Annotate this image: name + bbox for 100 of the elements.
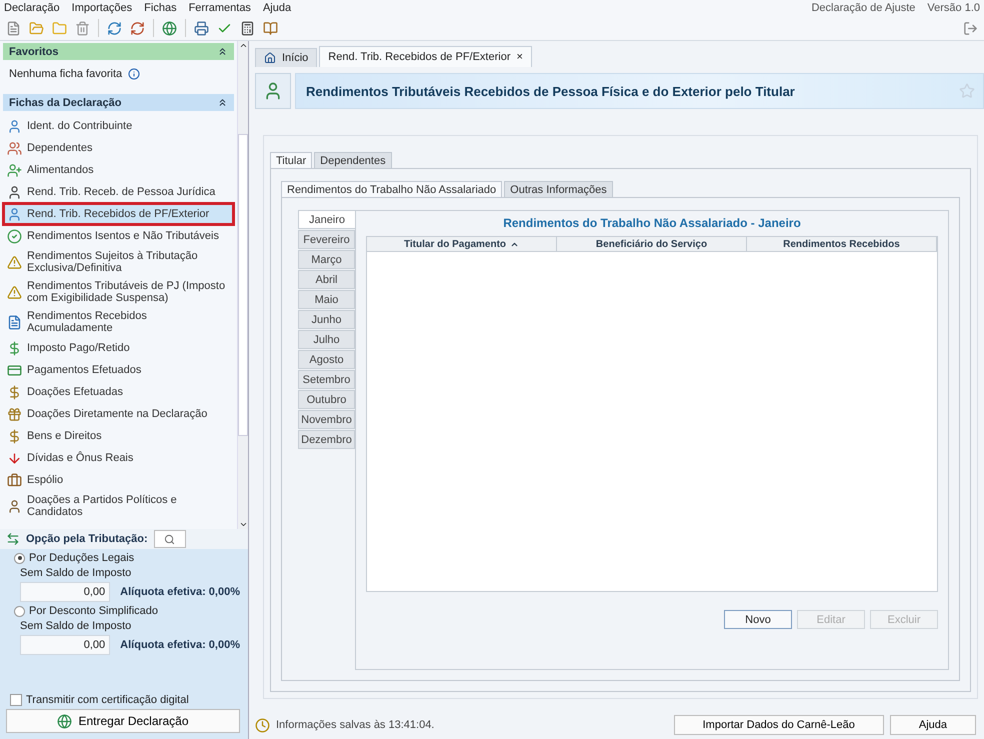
people-icon bbox=[7, 140, 22, 156]
sidebar-item[interactable]: Doações Diretamente na Declaração bbox=[3, 403, 234, 425]
menu-item[interactable]: Declaração bbox=[4, 2, 60, 14]
sidebar-item[interactable]: Rend. Trib. Recebidos de PF/Exterior bbox=[3, 203, 234, 225]
search-button[interactable] bbox=[154, 530, 186, 548]
month-tab[interactable]: Dezembro bbox=[298, 430, 355, 449]
sidebar-item[interactable]: Ident. do Contribuinte bbox=[3, 115, 234, 137]
sidebar-item[interactable]: Espólio bbox=[3, 469, 234, 491]
menu-item[interactable]: Fichas bbox=[144, 2, 177, 14]
star-icon bbox=[959, 83, 975, 99]
person-icon bbox=[7, 118, 22, 134]
search-icon bbox=[164, 534, 176, 544]
rate-text: Alíquota efetiva: 0,00% bbox=[120, 586, 240, 598]
sidebar-item[interactable]: Imposto Pago/Retido bbox=[3, 337, 234, 359]
month-tab[interactable]: Julho bbox=[298, 330, 355, 349]
month-tab[interactable]: Janeiro bbox=[298, 210, 355, 229]
dollar-icon bbox=[7, 428, 22, 444]
collapse-icon bbox=[217, 46, 228, 57]
clock-icon bbox=[255, 718, 270, 732]
person-icon bbox=[7, 184, 22, 200]
month-tab[interactable]: Abril bbox=[298, 270, 355, 289]
card-icon bbox=[7, 362, 22, 378]
sidebar-item[interactable]: Rendimentos Tributáveis de PJ (Imposto com Exigibilidade Suspensa) bbox=[3, 277, 234, 307]
globe-icon[interactable] bbox=[162, 20, 177, 36]
refresh-icon[interactable] bbox=[130, 20, 145, 36]
panel-title: Rendimentos do Trabalho Não Assalariado - Janeiro bbox=[502, 215, 802, 232]
document-tab[interactable]: Início bbox=[255, 48, 318, 67]
version-label: Versão 1.0 bbox=[927, 2, 980, 14]
month-tab[interactable]: Fevereiro bbox=[298, 230, 355, 249]
printer-icon[interactable] bbox=[194, 20, 209, 36]
status-text: Sem Saldo de Imposto bbox=[19, 620, 132, 632]
sidebar-item[interactable]: Rend. Trib. Receb. de Pessoa Jurídica bbox=[3, 181, 234, 203]
status-text: Sem Saldo de Imposto bbox=[19, 567, 132, 579]
sidebar-item[interactable]: Dívidas e Ônus Reais bbox=[3, 447, 234, 469]
sidebar-item[interactable]: Rendimentos Recebidos Acumuladamente bbox=[3, 307, 234, 337]
collapse-icon bbox=[217, 97, 228, 108]
tab[interactable]: Titular bbox=[270, 152, 312, 169]
radio-option[interactable]: Por Desconto Simplificado bbox=[6, 605, 240, 617]
fichas-header[interactable]: Fichas da Declaração bbox=[3, 94, 234, 111]
menu-item[interactable]: Ajuda bbox=[262, 2, 292, 14]
person-icon bbox=[7, 206, 22, 222]
sidebar-item[interactable]: Dependentes bbox=[3, 137, 234, 159]
favorites-header[interactable]: Favoritos bbox=[3, 43, 234, 60]
gift-icon bbox=[7, 406, 22, 422]
scrollbar-thumb[interactable] bbox=[238, 134, 248, 436]
sidebar-item[interactable]: Pagamentos Efetuados bbox=[3, 359, 234, 381]
swap-icon bbox=[6, 532, 20, 546]
person-icon bbox=[7, 498, 22, 514]
briefcase-icon bbox=[7, 472, 22, 488]
exit-icon[interactable] bbox=[963, 20, 978, 36]
close-tab-button[interactable]: × bbox=[516, 51, 523, 63]
trash-icon[interactable] bbox=[75, 20, 90, 36]
refresh-icon[interactable] bbox=[107, 20, 122, 36]
open-folder-icon[interactable] bbox=[29, 20, 44, 36]
empty-favorites-text: Nenhuma ficha favorita bbox=[9, 68, 122, 80]
dollar-icon bbox=[7, 384, 22, 400]
column-header[interactable]: Rendimentos Recebidos bbox=[747, 237, 937, 251]
document-tab[interactable]: Rend. Trib. Recebidos de PF/Exterior × bbox=[319, 46, 532, 67]
scroll-down-icon bbox=[238, 520, 248, 529]
footer-button[interactable]: Importar Dados do Carnê-Leão bbox=[674, 715, 884, 735]
certificate-checkbox[interactable]: Transmitir com certificação digital bbox=[6, 694, 240, 706]
check-circle-icon bbox=[7, 228, 22, 244]
month-tab[interactable]: Maio bbox=[298, 290, 355, 309]
sidebar-item[interactable]: Rendimentos Sujeitos à Tributação Exclusiva/Definitiva bbox=[3, 247, 234, 277]
month-tab[interactable]: Agosto bbox=[298, 350, 355, 369]
calculator-icon[interactable] bbox=[240, 20, 255, 36]
value-field: 0,00 bbox=[20, 635, 110, 655]
month-tab[interactable]: Junho bbox=[298, 310, 355, 329]
tab[interactable]: Rendimentos do Trabalho Não Assalariado bbox=[281, 181, 502, 198]
rate-text: Alíquota efetiva: 0,00% bbox=[120, 639, 240, 651]
sidebar-item[interactable]: Rendimentos Isentos e Não Tributáveis bbox=[3, 225, 234, 247]
document-icon bbox=[7, 314, 22, 330]
column-header[interactable]: Beneficiário do Serviço bbox=[557, 237, 747, 251]
warning-icon bbox=[7, 284, 22, 300]
tab[interactable]: Dependentes bbox=[314, 152, 392, 169]
sidebar-item[interactable]: Doações Efetuadas bbox=[3, 381, 234, 403]
person-plus-icon bbox=[7, 162, 22, 178]
column-header[interactable]: Titular do Pagamento bbox=[367, 237, 557, 251]
month-tab[interactable]: Setembro bbox=[298, 370, 355, 389]
save-status-text: Informações salvas às 13:41:04. bbox=[276, 719, 434, 731]
sidebar-item[interactable]: Doações a Partidos Políticos e Candidatos bbox=[3, 491, 234, 521]
month-tab[interactable]: Março bbox=[298, 250, 355, 269]
page-title: Rendimentos Tributáveis Recebidos de Pessoa Física e do Exterior pelo Titular bbox=[306, 84, 795, 98]
footer-button[interactable]: Ajuda bbox=[890, 715, 976, 735]
action-button[interactable]: Novo bbox=[724, 610, 792, 629]
month-tab[interactable]: Novembro bbox=[298, 410, 355, 429]
new-document-icon[interactable] bbox=[6, 20, 21, 36]
declaration-type-label: Declaração de Ajuste bbox=[811, 2, 916, 14]
book-icon[interactable] bbox=[263, 20, 278, 36]
submit-button[interactable]: Entregar Declaração bbox=[6, 709, 240, 733]
sidebar-item[interactable]: Alimentandos bbox=[3, 159, 234, 181]
month-tab[interactable]: Outubro bbox=[298, 390, 355, 409]
info-icon bbox=[128, 68, 140, 80]
arrow-down-icon bbox=[7, 450, 22, 466]
sidebar-item[interactable]: Bens e Direitos bbox=[3, 425, 234, 447]
radio-option[interactable]: Por Deduções Legais bbox=[6, 552, 240, 564]
tab[interactable]: Outras Informações bbox=[504, 181, 613, 198]
menu-item[interactable]: Importações bbox=[72, 2, 132, 14]
home-icon bbox=[264, 52, 276, 64]
menu-item[interactable]: Ferramentas bbox=[188, 2, 251, 14]
